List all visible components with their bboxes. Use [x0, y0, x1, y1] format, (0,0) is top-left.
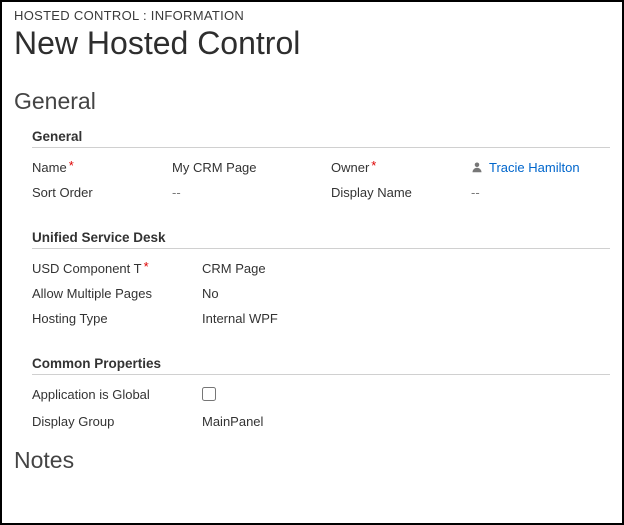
tab-general[interactable]: General: [14, 88, 610, 115]
label-app-global: Application is Global: [32, 387, 202, 404]
field-name[interactable]: My CRM Page: [172, 160, 257, 175]
field-component-type[interactable]: CRM Page: [202, 261, 266, 276]
section-common: Common Properties Application is Global …: [32, 356, 610, 429]
section-usd: Unified Service Desk USD Component T CRM…: [32, 230, 610, 326]
label-sort-order: Sort Order: [32, 185, 172, 200]
label-name: Name: [32, 160, 172, 175]
owner-link[interactable]: Tracie Hamilton: [489, 160, 580, 175]
label-hosting-type: Hosting Type: [32, 311, 202, 326]
field-display-group[interactable]: MainPanel: [202, 414, 263, 429]
tab-notes[interactable]: Notes: [14, 447, 610, 474]
field-hosting-type[interactable]: Internal WPF: [202, 311, 278, 326]
label-display-name: Display Name: [331, 185, 471, 200]
field-sort-order[interactable]: --: [172, 185, 181, 200]
field-display-name[interactable]: --: [471, 185, 480, 200]
person-icon: [471, 161, 483, 173]
breadcrumb: HOSTED CONTROL : INFORMATION: [14, 8, 610, 23]
section-header-common: Common Properties: [32, 356, 610, 375]
field-allow-multi[interactable]: No: [202, 286, 219, 301]
section-header-general: General: [32, 129, 610, 148]
field-owner[interactable]: Tracie Hamilton: [471, 160, 580, 175]
label-owner: Owner: [331, 160, 471, 175]
label-allow-multi: Allow Multiple Pages: [32, 286, 202, 301]
section-general: General Name My CRM Page Owner Tracie Ha…: [32, 129, 610, 200]
page-title: New Hosted Control: [14, 25, 610, 62]
label-display-group: Display Group: [32, 414, 202, 429]
section-header-usd: Unified Service Desk: [32, 230, 610, 249]
checkbox-app-global[interactable]: [202, 387, 216, 401]
label-component-type: USD Component T: [32, 261, 172, 276]
